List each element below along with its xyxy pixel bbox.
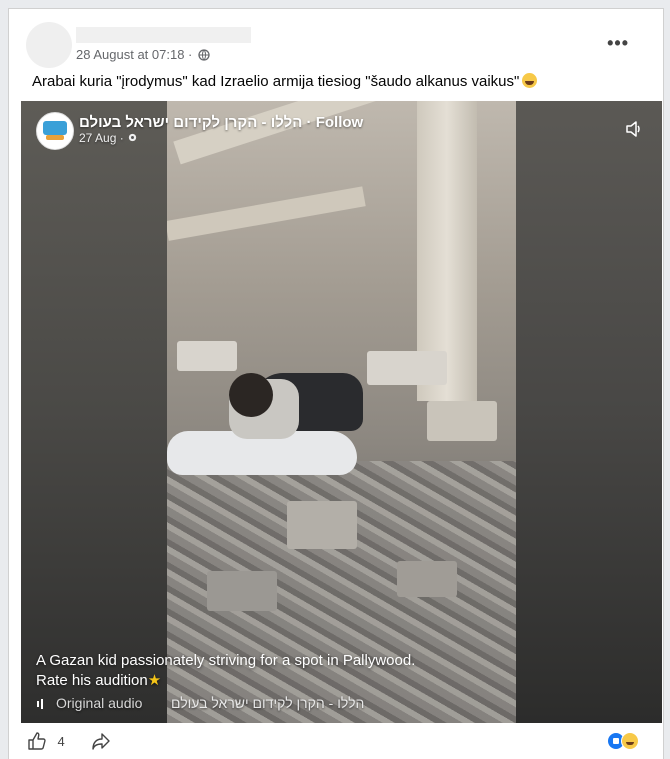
embedded-video[interactable]: הללו - הקרן לקידום ישראל בעולם · Follow … xyxy=(21,101,662,723)
video-blur-left xyxy=(21,101,167,723)
volume-icon[interactable] xyxy=(624,119,644,139)
rubble-slab xyxy=(173,101,390,165)
rubble-chunk xyxy=(427,401,497,441)
video-blur-right xyxy=(516,101,662,723)
audio-wave-icon xyxy=(37,699,43,709)
grinning-squint-emoji xyxy=(522,73,538,88)
rubble-chunk xyxy=(397,561,457,597)
rubble-chunk xyxy=(207,571,277,611)
audio-label: Original audio xyxy=(56,695,143,711)
more-options-icon[interactable]: ••• xyxy=(607,33,629,54)
post-meta: 28 August at 07:18 · xyxy=(76,47,210,62)
post-actions: 4 xyxy=(27,731,111,755)
rubble-chunk xyxy=(177,341,237,371)
video-date-text[interactable]: 27 Aug · xyxy=(79,131,124,145)
author-avatar[interactable] xyxy=(26,22,72,68)
rubble-chunk xyxy=(367,351,447,385)
caption-line-2: Rate his audition xyxy=(36,672,148,689)
reaction-summary[interactable] xyxy=(608,732,639,750)
settings-gear-icon xyxy=(128,133,137,142)
share-arrow-icon[interactable] xyxy=(91,731,111,751)
post-timestamp[interactable]: 28 August at 07:18 · xyxy=(76,47,192,62)
like-thumb-icon[interactable] xyxy=(27,731,47,751)
video-caption: A Gazan kid passionately striving for a … xyxy=(36,651,506,691)
rubble-slab xyxy=(167,186,366,241)
author-name-redacted xyxy=(76,27,251,43)
post-card: 28 August at 07:18 · ••• Arabai kuria "į… xyxy=(8,8,664,759)
audio-page-name[interactable]: הללו - הקרן לקידום ישראל בעולם xyxy=(171,695,364,711)
like-count[interactable]: 4 xyxy=(57,734,64,749)
video-frame xyxy=(167,101,516,723)
star-emoji: ★ xyxy=(147,672,162,689)
post-text: Arabai kuria "įrodymus" kad Izraelio arm… xyxy=(32,73,538,90)
rubble-chunk xyxy=(287,501,357,549)
child-head xyxy=(229,373,273,417)
caption-line-1: A Gazan kid passionately striving for a … xyxy=(36,652,416,669)
video-date: 27 Aug · xyxy=(79,131,138,145)
post-text-content: Arabai kuria "įrodymus" kad Izraelio arm… xyxy=(32,73,520,90)
page-logo[interactable] xyxy=(36,112,74,150)
haha-reaction-icon xyxy=(621,732,639,750)
audio-attribution[interactable]: Original audio xyxy=(36,695,142,711)
page-name-follow[interactable]: הללו - הקרן לקידום ישראל בעולם · Follow xyxy=(79,114,363,131)
globe-icon xyxy=(198,49,210,61)
